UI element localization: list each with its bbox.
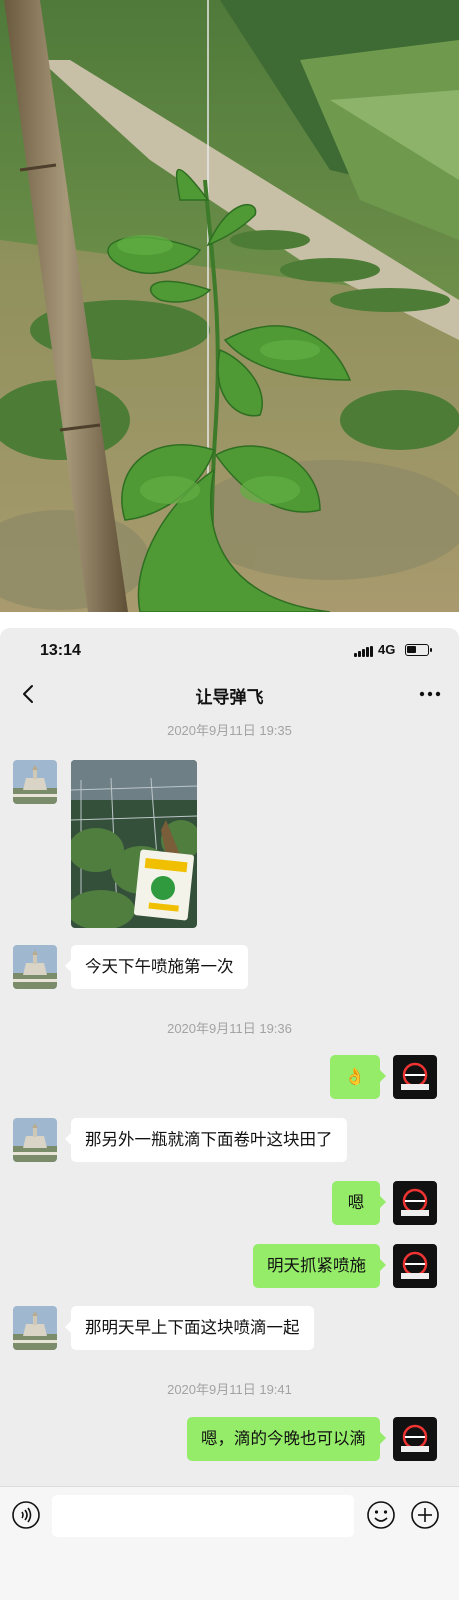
message-bubble-outgoing[interactable]: 明天抓紧喷施 <box>253 1244 386 1288</box>
message-bubble-incoming[interactable]: 那明天早上下面这块喷滴一起 <box>65 1306 314 1350</box>
logo-avatar-icon <box>393 1244 437 1288</box>
image-message[interactable] <box>71 760 197 928</box>
wechat-chat-screen: 13:14 4G 让导弹飞 2020年9月11日 19:35 今天下午喷施第一次… <box>0 628 459 1600</box>
contact-avatar[interactable] <box>13 760 57 804</box>
my-avatar[interactable] <box>393 1417 437 1461</box>
castle-avatar-icon <box>13 1306 57 1350</box>
chat-nav-bar: 让导弹飞 <box>0 672 459 716</box>
message-bubble-incoming[interactable]: 那另外一瓶就滴下面卷叶这块田了 <box>65 1118 347 1162</box>
emoji-icon[interactable] <box>366 1500 396 1530</box>
status-time: 13:14 <box>40 642 81 659</box>
castle-avatar-icon <box>13 760 57 804</box>
network-type: 4G <box>378 642 396 657</box>
contact-avatar[interactable] <box>13 1306 57 1350</box>
voice-input-icon[interactable] <box>11 1500 41 1530</box>
logo-avatar-icon <box>393 1417 437 1461</box>
timestamp: 2020年9月11日 19:41 <box>167 1382 292 1397</box>
timestamp: 2020年9月11日 19:36 <box>167 1021 292 1036</box>
status-bar: 13:14 4G <box>0 628 459 672</box>
my-avatar[interactable] <box>393 1244 437 1288</box>
logo-avatar-icon <box>393 1181 437 1225</box>
message-bubble-outgoing[interactable]: 嗯 <box>332 1181 386 1225</box>
timestamp: 2020年9月11日 19:35 <box>167 723 292 738</box>
castle-avatar-icon <box>13 1118 57 1162</box>
plus-icon[interactable] <box>410 1500 440 1530</box>
message-bubble-outgoing[interactable]: 👌 <box>330 1055 386 1099</box>
message-bubble-outgoing[interactable]: 嗯，滴的今晚也可以滴 <box>187 1417 386 1461</box>
message-bubble-incoming[interactable]: 今天下午喷施第一次 <box>65 945 248 989</box>
castle-avatar-icon <box>13 945 57 989</box>
my-avatar[interactable] <box>393 1055 437 1099</box>
more-options-icon[interactable] <box>416 682 444 706</box>
message-input[interactable] <box>52 1495 354 1537</box>
chat-title: 让导弹飞 <box>195 688 264 708</box>
greenhouse-photo <box>71 760 197 928</box>
contact-avatar[interactable] <box>13 1118 57 1162</box>
my-avatar[interactable] <box>393 1181 437 1225</box>
battery-icon <box>405 644 432 656</box>
contact-avatar[interactable] <box>13 945 57 989</box>
logo-avatar-icon <box>393 1055 437 1099</box>
signal-icon <box>354 646 374 657</box>
passion-fruit-seedling-photo <box>0 0 459 612</box>
chat-input-bar <box>0 1486 459 1600</box>
